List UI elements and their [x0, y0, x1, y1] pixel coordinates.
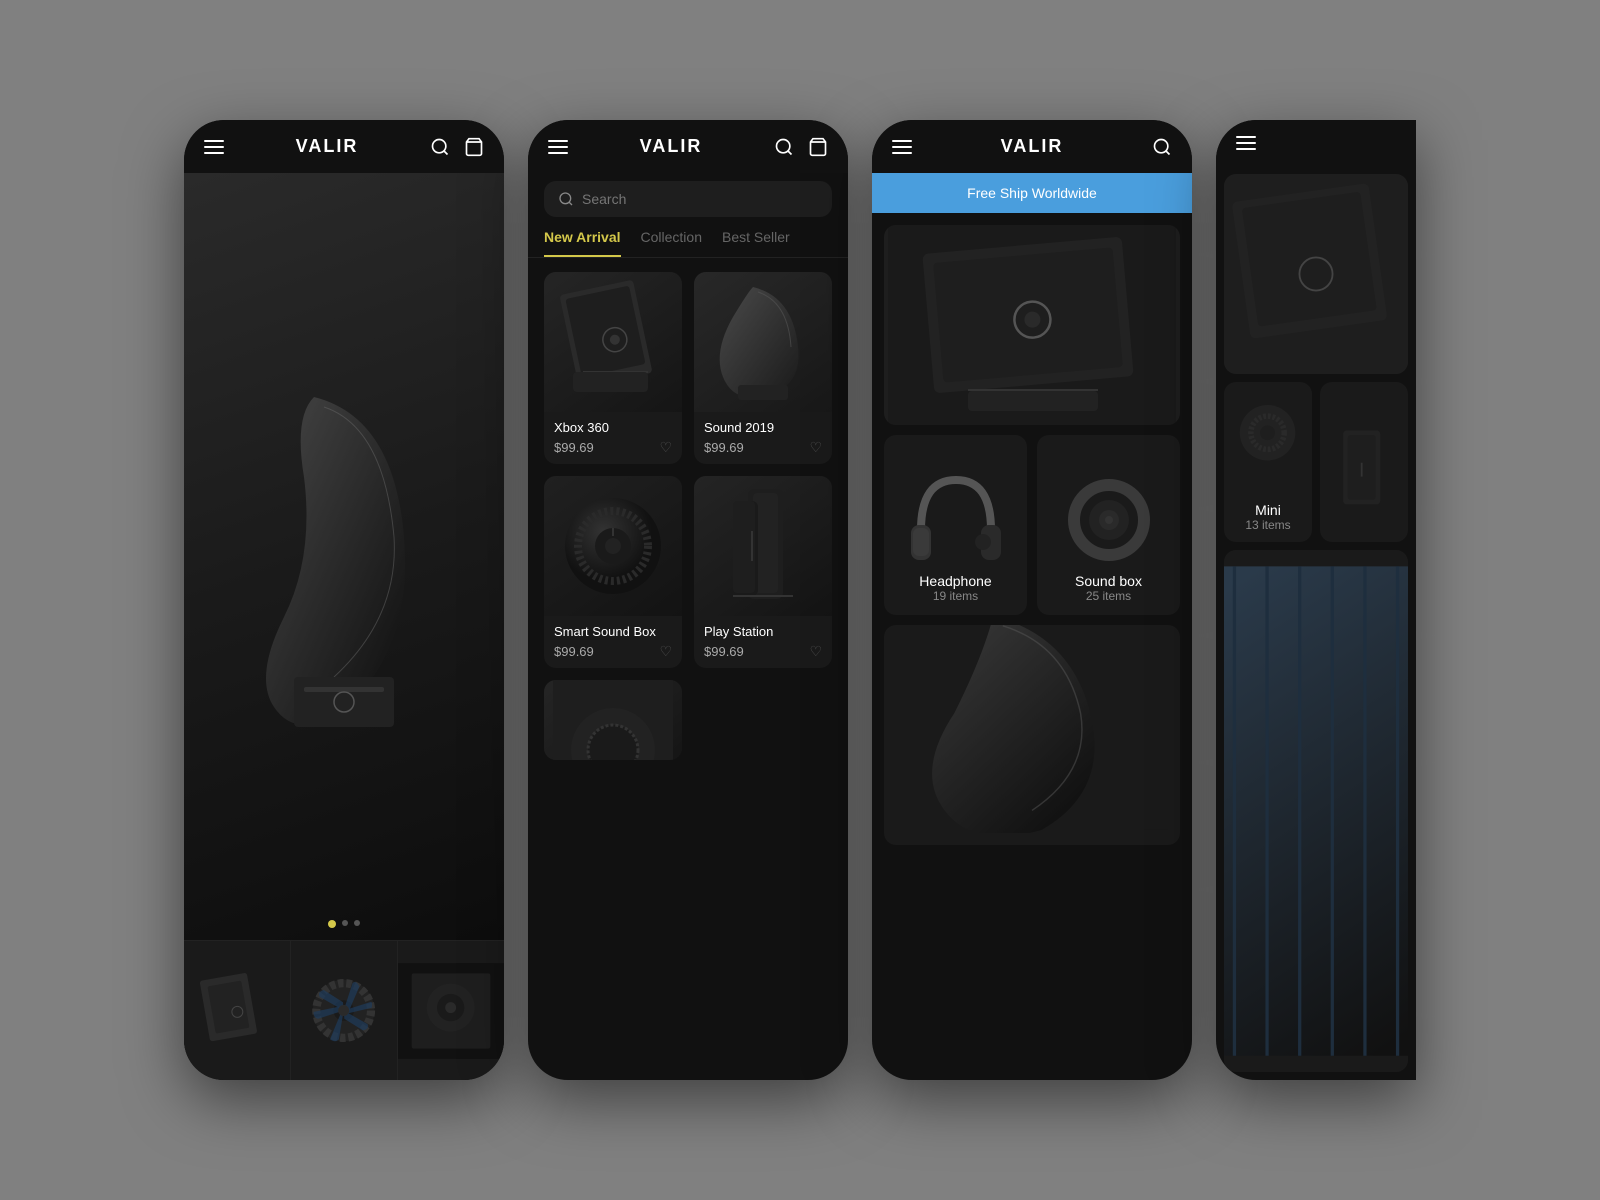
product-name-ps: Play Station	[704, 624, 822, 639]
collection-row: Headphone 19 items Sound box 25 item	[884, 435, 1180, 615]
wishlist-ps[interactable]: ♡	[809, 643, 822, 660]
app-title-3: VALIR	[1001, 136, 1064, 157]
tab-new-arrival[interactable]: New Arrival	[544, 229, 621, 257]
collection-count-soundbox: 25 items	[1086, 589, 1131, 603]
product-image-ps	[694, 476, 832, 616]
product-price-sound2019: $99.69	[704, 440, 744, 455]
collection-count-headphone: 19 items	[933, 589, 978, 603]
collection-soundbox[interactable]: Sound box 25 items	[1037, 435, 1180, 615]
thumbnail-2[interactable]	[291, 941, 398, 1080]
product-info-sound2019: Sound 2019 $99.69 ♡	[694, 412, 832, 464]
hero-image-area	[184, 173, 504, 940]
product-price-row-soundbox: $99.69 ♡	[554, 643, 672, 660]
product-info-xbox: Xbox 360 $99.69 ♡	[544, 412, 682, 464]
phone4-mini-label: Mini	[1255, 502, 1281, 518]
collection-headphone[interactable]: Headphone 19 items	[884, 435, 1027, 615]
promo-banner: Free Ship Worldwide	[872, 173, 1192, 213]
phone4-content: Mini 13 items	[1216, 166, 1416, 1080]
search-icon-3[interactable]	[1152, 137, 1172, 157]
dot-3[interactable]	[354, 920, 360, 926]
phone1-header: VALIR	[184, 120, 504, 173]
product-price-row-ps: $99.69 ♡	[704, 643, 822, 660]
thumbnail-1[interactable]	[184, 941, 291, 1080]
product-name-sound2019: Sound 2019	[704, 420, 822, 435]
collection-bottom[interactable]	[884, 625, 1180, 845]
product-card-partial	[544, 680, 682, 760]
product-price-soundbox: $99.69	[554, 644, 594, 659]
phone2-header: VALIR	[528, 120, 848, 173]
menu-icon[interactable]	[204, 140, 224, 154]
dot-1[interactable]	[328, 920, 336, 928]
phone4-bottom-image: Blue	[1224, 550, 1408, 1072]
dot-2[interactable]	[342, 920, 348, 926]
product-image-partial	[544, 680, 682, 760]
product-tabs: New Arrival Collection Best Seller	[528, 229, 848, 258]
header-icons-1	[430, 137, 484, 157]
tab-collection[interactable]: Collection	[641, 229, 702, 257]
wishlist-soundbox[interactable]: ♡	[659, 643, 672, 660]
search-icon[interactable]	[430, 137, 450, 157]
cart-icon[interactable]	[464, 137, 484, 157]
product-price-xbox: $99.69	[554, 440, 594, 455]
carousel-dots	[328, 920, 360, 928]
product-image-xbox	[544, 272, 682, 412]
thumbnail-row	[184, 940, 504, 1080]
cart-icon-2[interactable]	[808, 137, 828, 157]
wishlist-sound2019[interactable]: ♡	[809, 439, 822, 456]
menu-icon-4[interactable]	[1236, 136, 1256, 150]
product-card-ps[interactable]: Play Station $99.69 ♡	[694, 476, 832, 668]
product-grid: Xbox 360 $99.69 ♡	[528, 272, 848, 760]
collection-featured[interactable]	[884, 225, 1180, 425]
app-title-2: VALIR	[640, 136, 703, 157]
wishlist-xbox[interactable]: ♡	[659, 439, 672, 456]
app-title-1: VALIR	[296, 136, 359, 157]
collection-name-headphone: Headphone	[919, 573, 991, 589]
product-name-soundbox: Smart Sound Box	[554, 624, 672, 639]
phone4-mini-count: 13 items	[1245, 518, 1290, 532]
phone3-header: VALIR	[872, 120, 1192, 173]
menu-icon-3[interactable]	[892, 140, 912, 154]
phone4-cat-row: Mini 13 items	[1216, 382, 1416, 550]
phone4-header	[1216, 120, 1416, 166]
product-price-row-xbox: $99.69 ♡	[554, 439, 672, 456]
phone-1: VALIR	[184, 120, 504, 1080]
product-price-row-sound2019: $99.69 ♡	[704, 439, 822, 456]
product-name-xbox: Xbox 360	[554, 420, 672, 435]
collections-scroll: Headphone 19 items Sound box 25 item	[872, 213, 1192, 1080]
product-card-xbox[interactable]: Xbox 360 $99.69 ♡	[544, 272, 682, 464]
phone4-cat-secondary[interactable]	[1320, 382, 1408, 542]
product-image-soundbox	[544, 476, 682, 616]
search-input[interactable]	[582, 191, 818, 207]
phone-2: VALIR New Arrival Collection Best Seller	[528, 120, 848, 1080]
product-image-sound2019	[694, 272, 832, 412]
search-icon-2[interactable]	[774, 137, 794, 157]
phone-3: VALIR Free Ship Worldwide	[872, 120, 1192, 1080]
product-price-ps: $99.69	[704, 644, 744, 659]
phone4-cat-mini[interactable]: Mini 13 items	[1224, 382, 1312, 542]
tab-best-seller[interactable]: Best Seller	[722, 229, 790, 257]
phone4-featured[interactable]	[1224, 174, 1408, 374]
hero-speaker-svg	[234, 377, 454, 737]
menu-icon-2[interactable]	[548, 140, 568, 154]
phone-4-partial: Mini 13 items	[1216, 120, 1416, 1080]
collection-name-soundbox: Sound box	[1075, 573, 1142, 589]
header-icons-2	[774, 137, 828, 157]
search-bar[interactable]	[544, 181, 832, 217]
product-info-soundbox: Smart Sound Box $99.69 ♡	[544, 616, 682, 668]
product-card-soundbox[interactable]: Smart Sound Box $99.69 ♡	[544, 476, 682, 668]
product-card-sound2019[interactable]: Sound 2019 $99.69 ♡	[694, 272, 832, 464]
product-info-ps: Play Station $99.69 ♡	[694, 616, 832, 668]
thumbnail-3[interactable]	[398, 941, 504, 1080]
header-icons-3	[1152, 137, 1172, 157]
